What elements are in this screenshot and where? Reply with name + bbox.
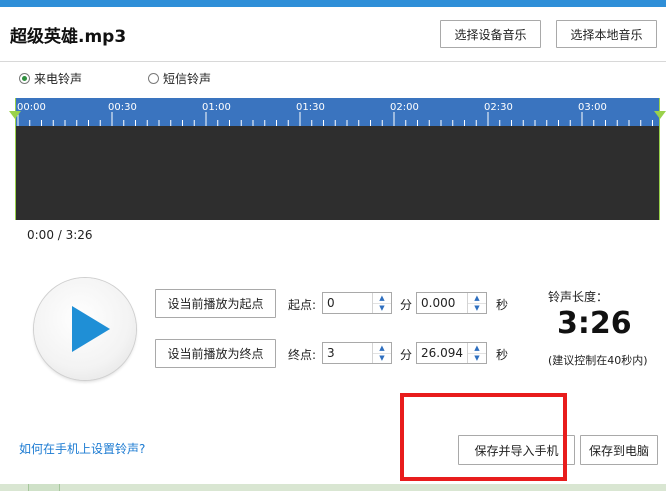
start-minute-unit: 分 [400, 298, 413, 312]
radio-sms[interactable]: 短信铃声 [148, 70, 211, 87]
up-arrow-icon[interactable]: ▲ [373, 343, 391, 353]
time-ruler: 00:00 00:30 01:00 01:30 02:00 02:30 03:00 [16, 98, 659, 126]
down-arrow-icon[interactable]: ▼ [468, 302, 486, 314]
ruler-tick-label: 00:30 [108, 102, 137, 113]
start-minute-value: 0 [327, 296, 335, 310]
end-minute-stepper[interactable]: 3 ▲ ▼ [322, 342, 392, 364]
start-marker-icon[interactable] [9, 111, 21, 120]
waveform-timeline[interactable]: 00:00 00:30 01:00 01:30 02:00 02:30 03:00 [15, 98, 660, 220]
start-second-stepper[interactable]: 0.000 ▲ ▼ [416, 292, 487, 314]
time-readout: 0:00 / 3:26 [27, 228, 93, 242]
ruler-ticks: 00:00 00:30 01:00 01:30 02:00 02:30 03:00 [17, 102, 653, 126]
ruler-tick-label: 02:00 [390, 102, 419, 113]
end-marker-icon[interactable] [654, 111, 666, 120]
set-start-button[interactable]: 设当前播放为起点 [155, 289, 276, 318]
ring-length-label: 铃声长度： [548, 290, 609, 304]
end-label: 终点: [288, 348, 317, 362]
end-second-value: 26.094 [421, 346, 463, 360]
start-minute-stepper[interactable]: 0 ▲ ▼ [322, 292, 392, 314]
save-to-phone-button[interactable]: 保存并导入手机 [458, 435, 575, 465]
bottom-strip [0, 484, 666, 491]
end-second-stepper[interactable]: 26.094 ▲ ▼ [416, 342, 487, 364]
ring-length-value: 3:26 [557, 306, 632, 341]
song-title: 超级英雄.mp3 [10, 27, 127, 47]
select-local-music-button[interactable]: 选择本地音乐 [556, 20, 657, 48]
header-divider [0, 61, 666, 62]
ruler-tick-label: 01:30 [296, 102, 325, 113]
down-arrow-icon[interactable]: ▼ [373, 352, 391, 364]
radio-ringtone-label: 来电铃声 [34, 72, 83, 86]
help-link[interactable]: 如何在手机上设置铃声? [19, 440, 145, 457]
play-button[interactable] [34, 278, 136, 380]
down-arrow-icon[interactable]: ▼ [373, 302, 391, 314]
ruler-tick-label: 00:00 [17, 102, 46, 113]
play-icon [72, 306, 110, 352]
up-arrow-icon[interactable]: ▲ [468, 293, 486, 303]
up-arrow-icon[interactable]: ▲ [373, 293, 391, 303]
start-second-value: 0.000 [421, 296, 456, 310]
ruler-tick-label: 03:00 [578, 102, 607, 113]
up-arrow-icon[interactable]: ▲ [468, 343, 486, 353]
select-device-music-button[interactable]: 选择设备音乐 [440, 20, 541, 48]
save-to-pc-button[interactable]: 保存到电脑 [580, 435, 658, 465]
ring-length-hint: (建议控制在40秒内) [548, 354, 648, 367]
radio-unselected-icon [148, 73, 159, 84]
end-second-unit: 秒 [496, 348, 509, 362]
start-label: 起点: [288, 298, 317, 312]
end-minute-value: 3 [327, 346, 335, 360]
window-top-bar [0, 0, 666, 7]
ruler-tick-label: 01:00 [202, 102, 231, 113]
radio-selected-icon [19, 73, 30, 84]
down-arrow-icon[interactable]: ▼ [468, 352, 486, 364]
radio-ringtone[interactable]: 来电铃声 [19, 70, 82, 87]
end-minute-unit: 分 [400, 348, 413, 362]
ruler-tick-label: 02:30 [484, 102, 513, 113]
radio-sms-label: 短信铃声 [163, 72, 212, 86]
set-end-button[interactable]: 设当前播放为终点 [155, 339, 276, 368]
bottom-tab [28, 484, 60, 491]
start-second-unit: 秒 [496, 298, 509, 312]
